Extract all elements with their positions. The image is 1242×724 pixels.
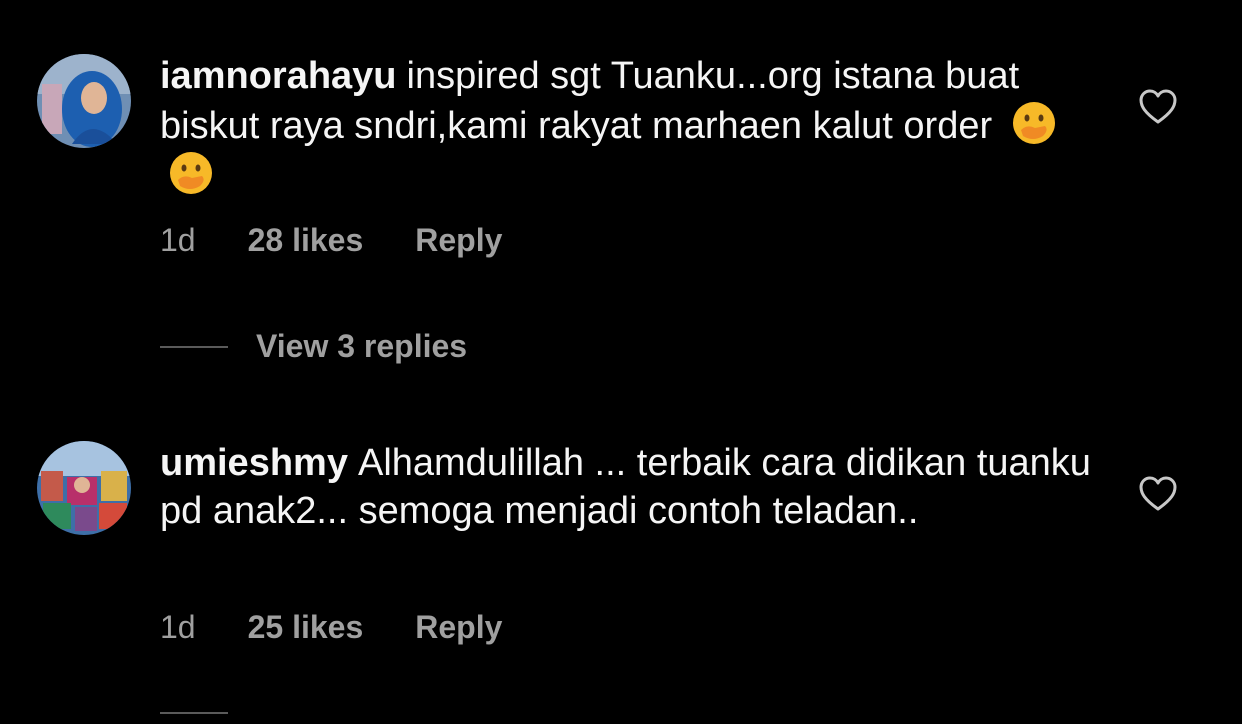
comment-meta: 1d 28 likes Reply [160,222,502,259]
view-replies-button[interactable]: View 3 replies [160,328,467,365]
comment-meta: 1d 25 likes Reply [160,609,502,646]
avatar[interactable] [37,54,131,148]
heart-outline-icon[interactable] [1138,88,1178,128]
divider [160,712,228,714]
comment-text: umieshmy Alhamdulillah ... terbaik cara d… [160,439,1100,535]
divider [160,345,228,348]
comment-time: 1d [160,222,196,258]
heart-outline-icon[interactable] [1138,475,1178,515]
face-with-hand-over-mouth-emoji [1012,102,1055,144]
comment-time: 1d [160,609,196,645]
reply-button[interactable]: Reply [415,222,502,259]
likes-count[interactable]: 25 likes [248,609,364,646]
reply-button[interactable]: Reply [415,609,502,646]
face-with-hand-over-mouth-emoji [170,152,212,194]
comment-username[interactable]: iamnorahayu [160,55,397,97]
comment-username[interactable]: umieshmy [160,442,348,484]
avatar[interactable] [37,441,131,535]
view-replies-label: View 3 replies [256,328,468,364]
view-replies-partial[interactable] [160,712,256,714]
likes-count[interactable]: 28 likes [248,222,364,259]
comment-text: iamnorahayu inspired sgt Tuanku...org ist… [160,52,1100,200]
